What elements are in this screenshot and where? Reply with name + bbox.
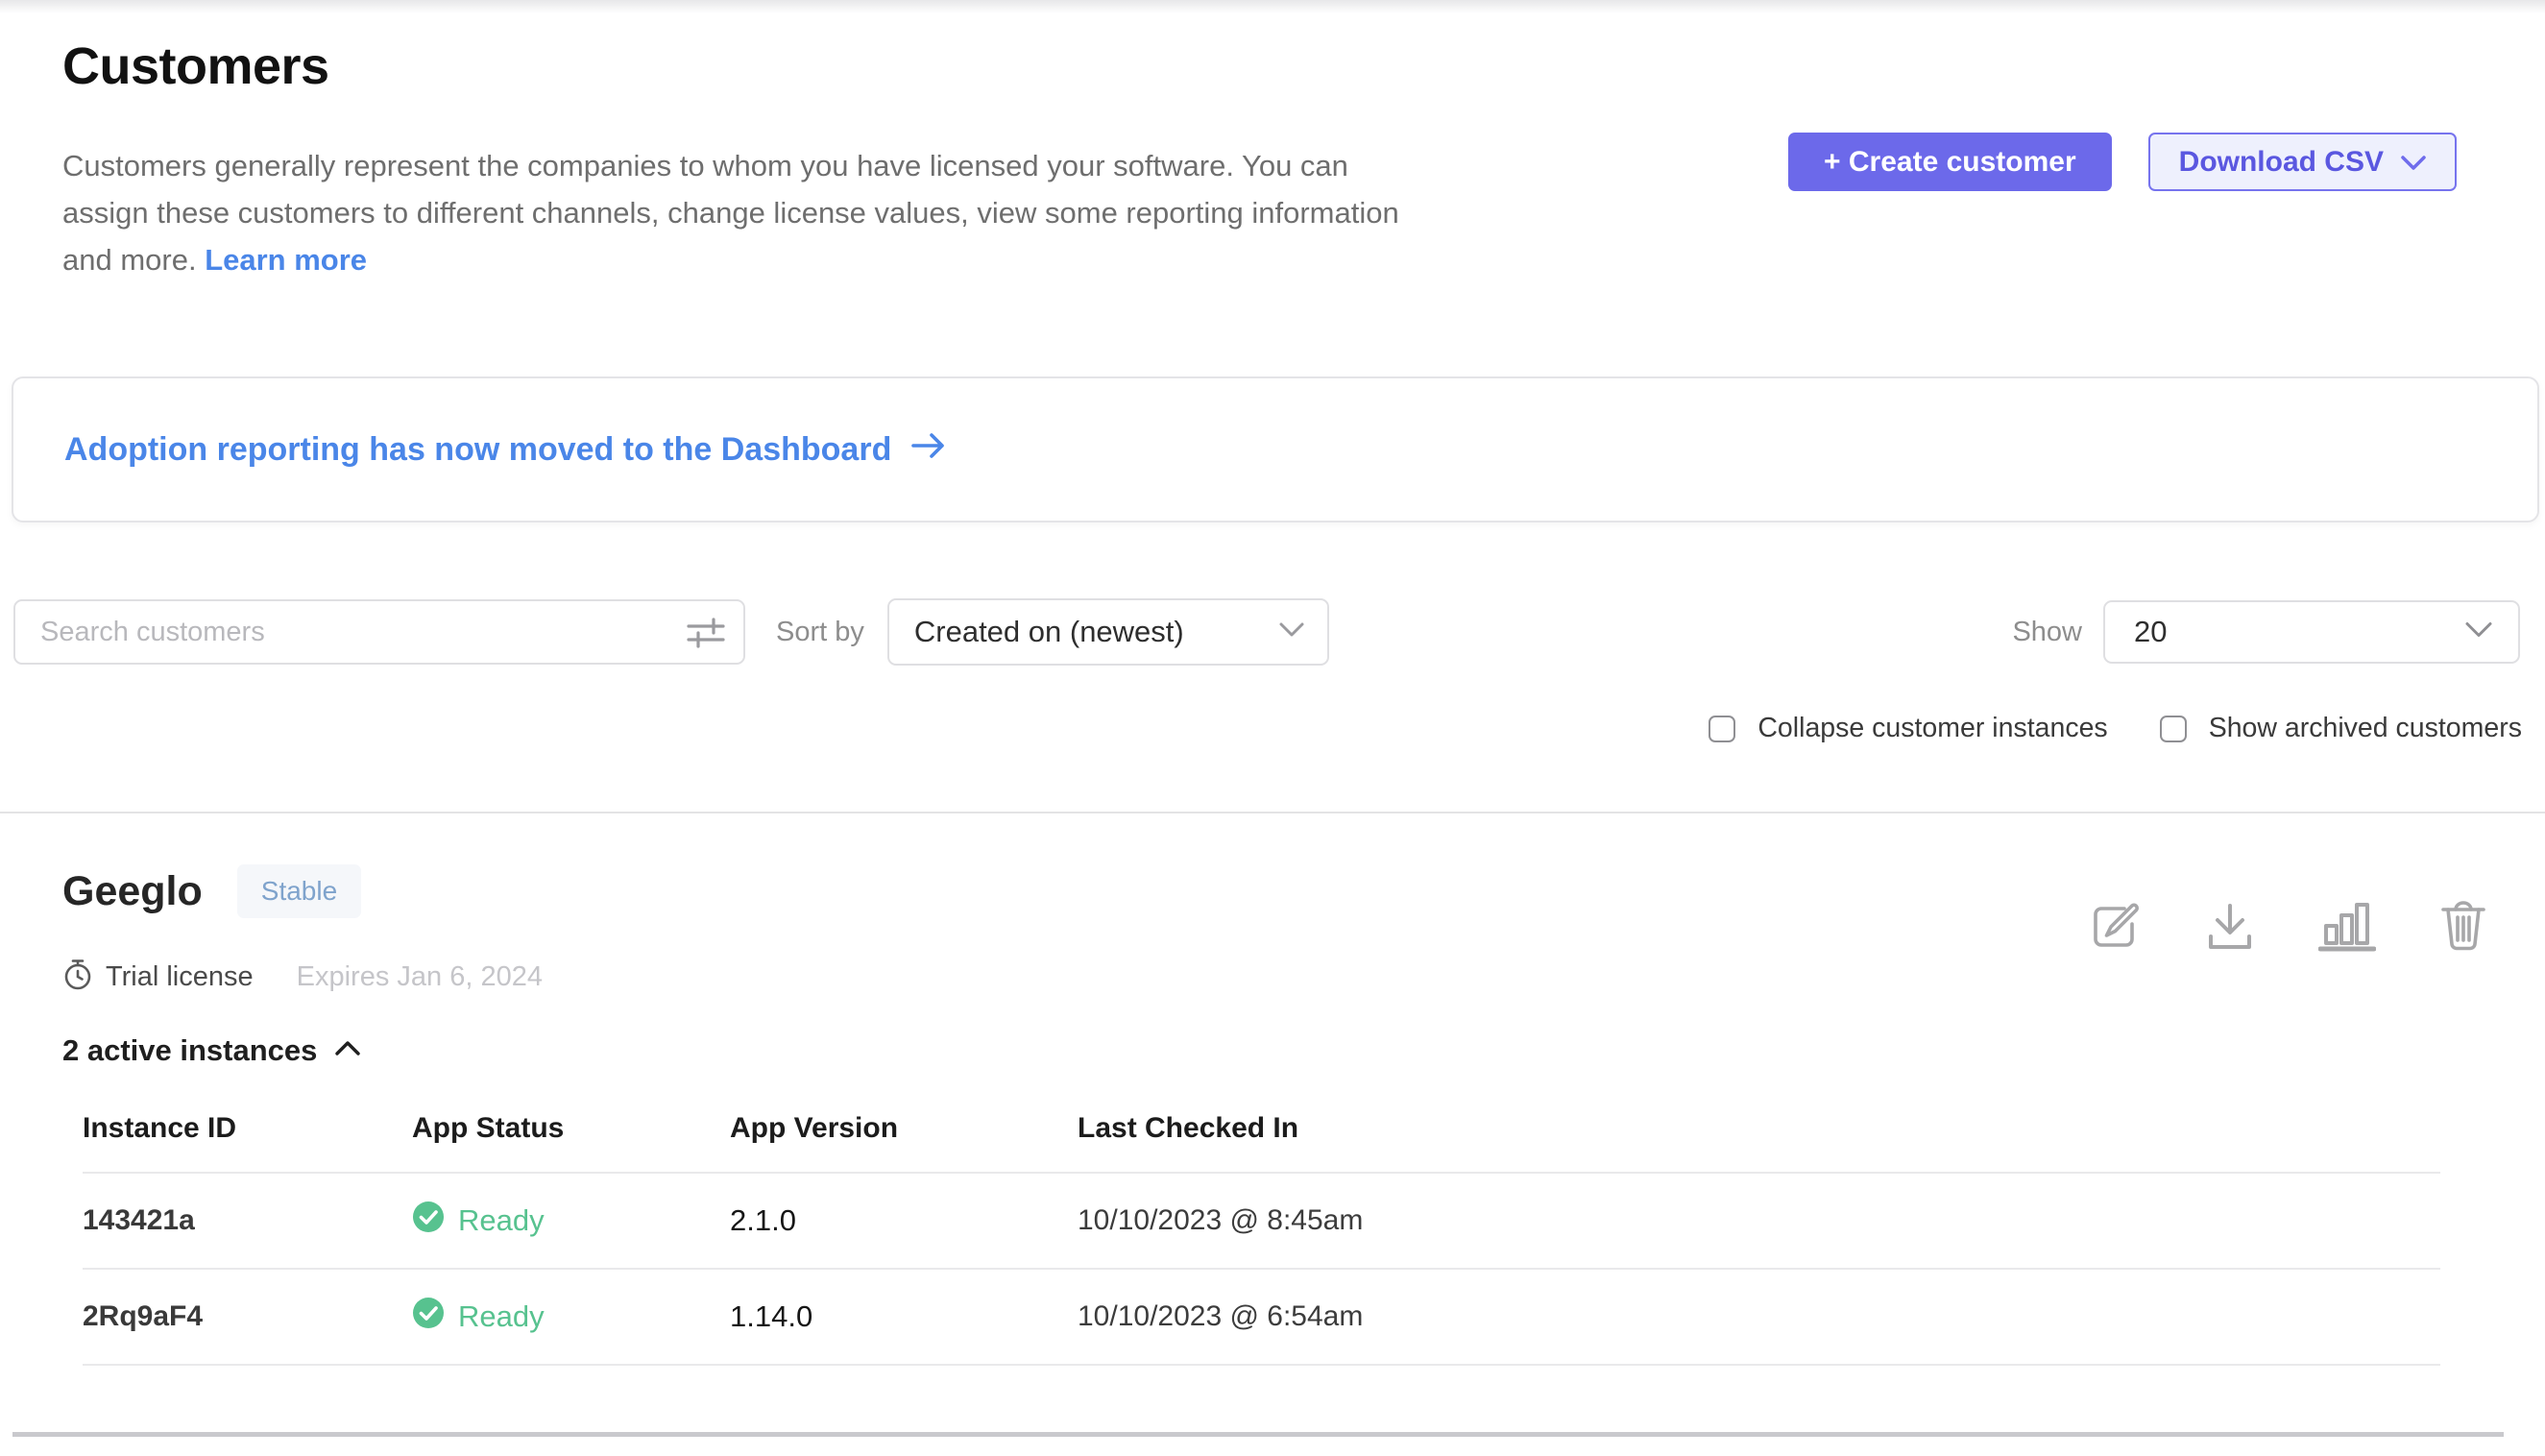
table-row[interactable]: 2Rq9aF4 Ready 1.14.0 10/10/2023 @ 6:54am bbox=[83, 1270, 2440, 1366]
show-archived-option: Show archived customers bbox=[2160, 713, 2522, 744]
section-divider bbox=[0, 812, 2545, 813]
adoption-chart-icon[interactable] bbox=[2318, 899, 2376, 953]
show-select-value: 20 bbox=[2134, 615, 2167, 649]
adoption-banner[interactable]: Adoption reporting has now moved to the … bbox=[12, 376, 2539, 522]
download-license-icon[interactable] bbox=[2205, 901, 2255, 953]
page-title: Customers bbox=[62, 36, 329, 96]
last-checked-in-cell: 10/10/2023 @ 6:54am bbox=[1078, 1300, 2440, 1333]
instances-table: Instance ID App Status App Version Last … bbox=[83, 1112, 2440, 1366]
bottom-divider bbox=[12, 1432, 2504, 1437]
customer-name[interactable]: Geeglo bbox=[62, 868, 203, 915]
check-circle-icon bbox=[412, 1297, 445, 1337]
table-header-row: Instance ID App Status App Version Last … bbox=[83, 1112, 2440, 1174]
filter-checkboxes: Collapse customer instances Show archive… bbox=[1709, 713, 2522, 744]
channel-badge: Stable bbox=[237, 864, 361, 918]
top-shadow bbox=[0, 0, 2545, 13]
show-per-page-select[interactable]: 20 bbox=[2103, 600, 2520, 664]
customer-card: Geeglo Stable Trial license Expires Jan … bbox=[62, 864, 2503, 918]
last-checked-in-cell: 10/10/2023 @ 8:45am bbox=[1078, 1204, 2440, 1237]
download-csv-label: Download CSV bbox=[2179, 146, 2384, 179]
col-header-instance-id: Instance ID bbox=[83, 1112, 412, 1145]
show-label: Show bbox=[2012, 617, 2082, 648]
create-customer-button[interactable]: + Create customer bbox=[1788, 133, 2112, 191]
learn-more-link[interactable]: Learn more bbox=[205, 243, 367, 277]
chevron-down-icon bbox=[2464, 621, 2493, 643]
sort-select-value: Created on (newest) bbox=[914, 615, 1184, 649]
edit-customer-icon[interactable] bbox=[2088, 899, 2142, 953]
instances-toggle[interactable]: 2 active instances bbox=[62, 1033, 361, 1068]
chevron-down-icon bbox=[1279, 622, 1304, 643]
trial-timer-icon bbox=[62, 959, 93, 996]
app-status-cell: Ready bbox=[412, 1201, 730, 1241]
arrow-right-icon bbox=[910, 431, 947, 469]
collapse-instances-checkbox[interactable] bbox=[1709, 716, 1735, 742]
col-header-last-checked-in: Last Checked In bbox=[1078, 1112, 2440, 1145]
license-type-label: Trial license bbox=[106, 961, 254, 993]
collapse-instances-label: Collapse customer instances bbox=[1757, 713, 2107, 744]
adoption-banner-link[interactable]: Adoption reporting has now moved to the … bbox=[64, 431, 947, 469]
table-row[interactable]: 143421a Ready 2.1.0 10/10/2023 @ 8:45am bbox=[83, 1174, 2440, 1270]
header-actions: + Create customer Download CSV bbox=[1788, 133, 2457, 191]
check-circle-icon bbox=[412, 1201, 445, 1241]
app-status-cell: Ready bbox=[412, 1297, 730, 1337]
col-header-app-status: App Status bbox=[412, 1112, 730, 1145]
app-version-cell: 2.1.0 bbox=[730, 1203, 1078, 1238]
page-description: Customers generally represent the compan… bbox=[62, 142, 1753, 283]
description-line: and more. Learn more bbox=[62, 236, 1753, 283]
sort-select[interactable]: Created on (newest) bbox=[887, 598, 1329, 666]
description-line-text: and more. bbox=[62, 243, 197, 277]
chevron-down-icon bbox=[2401, 146, 2426, 179]
show-archived-label: Show archived customers bbox=[2209, 713, 2522, 744]
customer-actions bbox=[2088, 899, 2487, 953]
license-expiry: Expires Jan 6, 2024 bbox=[297, 961, 543, 993]
delete-customer-icon[interactable] bbox=[2439, 899, 2487, 953]
collapse-instances-option: Collapse customer instances bbox=[1709, 713, 2107, 744]
toolbar: Sort by Created on (newest) Show 20 bbox=[13, 598, 2520, 666]
instance-id-cell: 2Rq9aF4 bbox=[83, 1300, 412, 1333]
instance-id-cell: 143421a bbox=[83, 1204, 412, 1237]
col-header-app-version: App Version bbox=[730, 1112, 1078, 1145]
description-line: assign these customers to different chan… bbox=[62, 189, 1753, 236]
search-box bbox=[13, 599, 745, 665]
license-row: Trial license Expires Jan 6, 2024 bbox=[62, 959, 543, 996]
chevron-up-icon bbox=[334, 1040, 361, 1061]
adoption-banner-text: Adoption reporting has now moved to the … bbox=[64, 431, 891, 469]
show-archived-checkbox[interactable] bbox=[2160, 716, 2187, 742]
filter-sliders-icon[interactable] bbox=[686, 616, 726, 655]
app-version-cell: 1.14.0 bbox=[730, 1299, 1078, 1334]
description-line: Customers generally represent the compan… bbox=[62, 142, 1753, 189]
app-status-label: Ready bbox=[458, 1203, 545, 1238]
sort-by-label: Sort by bbox=[776, 617, 864, 648]
app-status-label: Ready bbox=[458, 1299, 545, 1334]
instances-toggle-label: 2 active instances bbox=[62, 1033, 317, 1068]
download-csv-button[interactable]: Download CSV bbox=[2148, 133, 2457, 191]
search-input[interactable] bbox=[13, 599, 745, 665]
